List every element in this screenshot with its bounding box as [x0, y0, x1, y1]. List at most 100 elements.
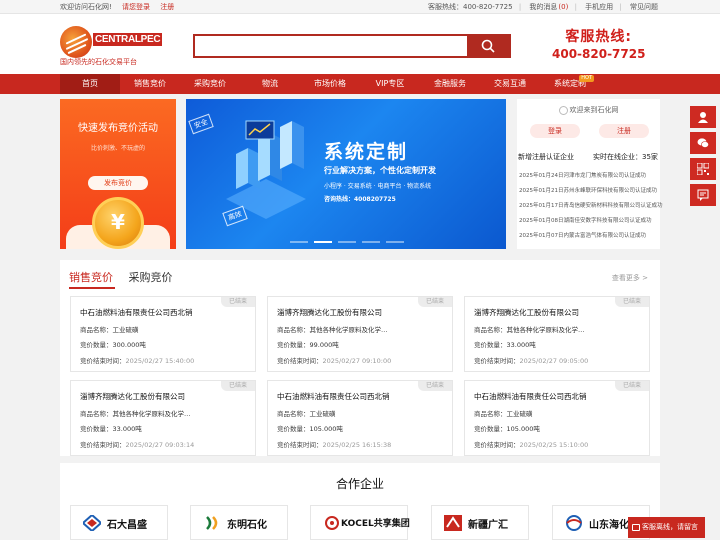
- list-item: 2025年01月24日河津市龙门焦炭有限公司认证成功: [519, 173, 646, 179]
- wechat-icon: [697, 138, 709, 148]
- haihua-logo-icon: [566, 515, 582, 531]
- product-value: 工业硫磺: [309, 410, 336, 418]
- partner-logo[interactable]: 新疆广汇: [431, 505, 529, 540]
- hero-banner[interactable]: 安全 高效 系统定制 行业解决方案，个性化定制开发 小程序 · 交易系统 · 电…: [186, 99, 506, 249]
- qty-value: 99.000吨: [309, 341, 339, 349]
- avatar-icon: [558, 105, 568, 115]
- search-input[interactable]: [195, 36, 467, 56]
- carousel-dots: [290, 241, 410, 243]
- hotline-title: 客服热线:: [565, 29, 633, 45]
- dongming-logo-icon: [206, 516, 218, 530]
- coin-icon: ¥: [92, 197, 144, 249]
- side-qrcode-button[interactable]: [690, 158, 716, 180]
- qty-value: 105.000吨: [506, 425, 540, 433]
- side-wechat-button[interactable]: [690, 132, 716, 154]
- product-value: 工业硫磺: [112, 326, 139, 334]
- publish-bidding-promo: 快速发布竞价活动 比价刺激、不玩虚的 发布竞价 ¥: [60, 99, 176, 249]
- site-logo[interactable]: CENTRALPEC 国内领先的石化交易平台: [60, 26, 180, 66]
- side-feedback-button[interactable]: [690, 184, 716, 206]
- partner-logo[interactable]: 东明石化: [190, 505, 288, 540]
- status-badge: 已结束: [615, 297, 649, 307]
- main-nav: 首页 销售竞价 采购竞价 物流 市场价格 VIP专区 金融服务 交易互通 系统定…: [0, 74, 720, 94]
- view-more-link[interactable]: 查看更多 >: [612, 273, 648, 283]
- hot-badge: HOT: [579, 75, 594, 82]
- list-item: 2025年01月07日内蒙古富浩气体有限公司认证成功: [519, 233, 646, 239]
- bidding-card[interactable]: 淄博齐翔腾达化工股份有限公司 已结束 商品名称：其他各种化学原料及化学… 竞价数…: [267, 296, 453, 372]
- carousel-dot-active[interactable]: [314, 241, 332, 243]
- nav-item-logistics[interactable]: 物流: [240, 74, 300, 94]
- carousel-dot[interactable]: [386, 241, 404, 243]
- card-company: 淄博齐翔腾达化工股份有限公司: [80, 392, 185, 401]
- qty-label: 竞价数量：: [474, 341, 507, 349]
- bidding-card[interactable]: 淄博齐翔腾达化工股份有限公司 已结束 商品名称：其他各种化学原料及化学… 竞价数…: [70, 380, 256, 456]
- side-customer-service-button[interactable]: [690, 106, 716, 128]
- product-label: 商品名称：: [80, 410, 113, 418]
- card-company: 中石油燃料油有限责任公司西北销: [80, 308, 193, 317]
- card-company: 中石油燃料油有限责任公司西北销: [474, 392, 587, 401]
- end-value: 2025/02/25 15:10:00: [519, 441, 589, 449]
- banner-title: 系统定制: [324, 141, 409, 163]
- qty-label: 竞价数量：: [277, 425, 310, 433]
- active-tab-underline: [69, 287, 115, 289]
- carousel-dot[interactable]: [290, 241, 308, 243]
- faq-link[interactable]: 常见问题: [630, 3, 658, 11]
- hotline-phone: 400-820-7725: [552, 47, 646, 61]
- message-icon: [632, 524, 640, 531]
- partner-name: 东明石化: [227, 520, 267, 531]
- end-label: 竞价结束时间：: [80, 357, 126, 365]
- end-label: 竞价结束时间：: [277, 441, 323, 449]
- qty-label: 竞价数量：: [80, 341, 113, 349]
- banner-subtitle: 行业解决方案，个性化定制开发: [324, 166, 436, 175]
- header-hotline: 客服热线: 400-820-7725: [552, 26, 645, 61]
- shida-logo-icon: [83, 515, 101, 531]
- nav-item-trade-exchange[interactable]: 交易互通: [480, 74, 540, 94]
- top-bar: 欢迎访问石化网! 请您登录 注册 客服热线：400-820-7725 | 我的消…: [0, 0, 720, 14]
- customer-service-icon: [698, 112, 708, 123]
- nav-item-custom-system[interactable]: 系统定制 HOT: [540, 74, 600, 94]
- card-company: 淄博齐翔腾达化工股份有限公司: [474, 308, 579, 317]
- nav-item-home[interactable]: 首页: [60, 74, 120, 94]
- partners-section: 合作企业 石大昌盛 东明石化 KOCEL共享集团 新疆广汇 山东海化: [60, 463, 660, 540]
- partner-logo[interactable]: KOCEL共享集团: [310, 505, 410, 540]
- qty-value: 33.000吨: [112, 425, 142, 433]
- partner-name: 石大昌盛: [107, 520, 147, 531]
- card-login-button[interactable]: 登录: [530, 124, 580, 138]
- product-label: 商品名称：: [277, 326, 310, 334]
- bidding-card[interactable]: 中石油燃料油有限责任公司西北销 已结束 商品名称：工业硫磺 竞价数量：105.0…: [267, 380, 453, 456]
- qty-label: 竞价数量：: [80, 425, 113, 433]
- leave-message-label: 客服离线，请留言: [642, 523, 698, 531]
- carousel-dot[interactable]: [362, 241, 380, 243]
- nav-item-purchase-bidding[interactable]: 采购竞价: [180, 74, 240, 94]
- my-messages-link[interactable]: 我的消息: [529, 3, 557, 11]
- tab-sales-bidding[interactable]: 销售竞价: [69, 271, 113, 284]
- nav-item-sales-bidding[interactable]: 销售竞价: [120, 74, 180, 94]
- login-link[interactable]: 请您登录: [122, 3, 150, 11]
- carousel-dot[interactable]: [338, 241, 356, 243]
- nav-item-finance[interactable]: 金融服务: [420, 74, 480, 94]
- list-item: 2025年01月08日湖南佳安数字科技有限公司认证成功: [519, 218, 652, 224]
- publish-bidding-button[interactable]: 发布竞价: [88, 176, 148, 190]
- mobile-app-link[interactable]: 手机应用: [585, 3, 613, 11]
- bidding-section: 销售竞价 采购竞价 查看更多 > 中石油燃料油有限责任公司西北销 已结束 商品名…: [60, 260, 660, 456]
- search-button[interactable]: [467, 36, 509, 56]
- qty-label: 竞价数量：: [474, 425, 507, 433]
- promo-subtitle: 比价刺激、不玩虚的: [90, 145, 145, 152]
- nav-item-market-price[interactable]: 市场价格: [300, 74, 360, 94]
- partner-logo[interactable]: 石大昌盛: [70, 505, 168, 540]
- banner-consult: 咨询热线：4008207725: [324, 196, 396, 203]
- bidding-card[interactable]: 中石油燃料油有限责任公司西北销 已结束 商品名称：工业硫磺 竞价数量：105.0…: [464, 380, 650, 456]
- hotline-number: 400-820-7725: [463, 3, 513, 11]
- nav-item-vip[interactable]: VIP专区: [360, 74, 420, 94]
- tab-purchase-bidding[interactable]: 采购竞价: [129, 271, 173, 284]
- status-badge: 已结束: [418, 381, 452, 391]
- new-enterprises-label: 新增注册认证企业: [518, 153, 574, 161]
- leave-message-button[interactable]: 客服离线，请留言: [628, 517, 705, 538]
- end-label: 竞价结束时间：: [277, 357, 323, 365]
- product-label: 商品名称：: [474, 410, 507, 418]
- product-label: 商品名称：: [80, 326, 113, 334]
- bidding-card[interactable]: 中石油燃料油有限责任公司西北销 已结束 商品名称：工业硫磺 竞价数量：300.0…: [70, 296, 256, 372]
- bidding-card[interactable]: 淄博齐翔腾达化工股份有限公司 已结束 商品名称：其他各种化学原料及化学… 竞价数…: [464, 296, 650, 372]
- card-register-button[interactable]: 注册: [599, 124, 649, 138]
- kocel-logo-icon: [325, 516, 339, 530]
- register-link[interactable]: 注册: [160, 3, 174, 11]
